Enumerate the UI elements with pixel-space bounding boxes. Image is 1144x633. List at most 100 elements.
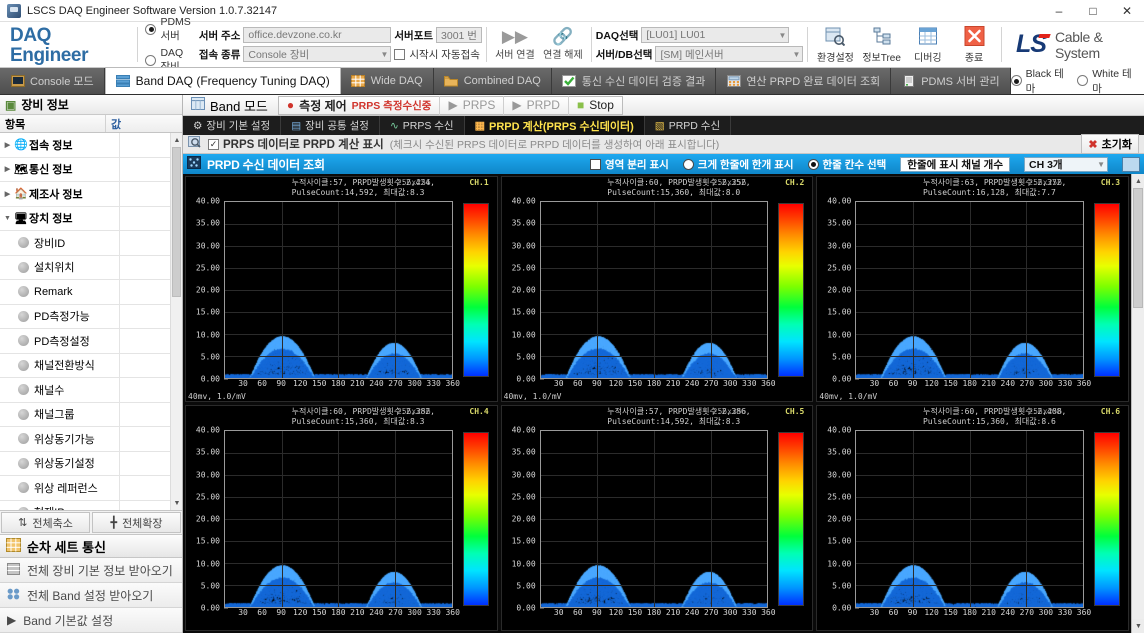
- tab-prpd-result[interactable]: 연산 PRPD 완료 데이터 조회: [716, 68, 892, 94]
- tree-item[interactable]: 채널그룹: [0, 402, 182, 427]
- radio-pdms-server[interactable]: PDMS 서버: [145, 16, 191, 43]
- db-select-dropdown[interactable]: [SM] 메인서버 ▼: [655, 46, 804, 62]
- scrollbar-thumb[interactable]: [1133, 188, 1143, 308]
- tab-combined-daq[interactable]: Combined DAQ: [433, 68, 552, 94]
- prpd-calc-checkbox-label: PRPS 데이터로 PRPD 계산 표시: [223, 139, 384, 151]
- tree-group-device[interactable]: ▼ 🖥 장치 정보: [0, 206, 182, 231]
- tab-console-mode[interactable]: Console 모드: [0, 68, 105, 94]
- tab-comm-verify[interactable]: 통신 수신 데이터 검증 결과: [551, 68, 717, 94]
- tree-label: 접속 정보: [29, 139, 73, 152]
- area-split-checkbox[interactable]: 영역 분리 표시: [590, 157, 669, 172]
- sub-tab-bar: ⚙ 장비 기본 설정 ▤ 장비 공통 설정 ∿ PRPS 수신 ▦ PRPD 계…: [183, 116, 1144, 135]
- server-address-input[interactable]: office.devzone.co.kr: [243, 27, 392, 43]
- y-tick-label: 15.00: [511, 536, 536, 546]
- tree-group-manufacturer[interactable]: ▶ 🏠 제조사 정보: [0, 182, 182, 207]
- tree-item[interactable]: 채널수: [0, 378, 182, 403]
- subtab-device-common-settings[interactable]: ▤ 장비 공통 설정: [281, 116, 380, 135]
- radio-column-count[interactable]: 한줄 칸수 선택: [807, 157, 886, 172]
- radio-one-big[interactable]: 크게 한줄에 한개 표시: [682, 157, 794, 172]
- tree-group-comm[interactable]: ▶ 🗺 통신 정보: [0, 157, 182, 182]
- tab-band-daq[interactable]: Band DAQ (Frequency Tuning DAQ): [104, 67, 341, 94]
- server-port-input[interactable]: 3001 번: [436, 27, 483, 43]
- prpd-panel-ch1[interactable]: 누적사이클:57, PRPD발생횟수:2,424, PulseCount:14,…: [185, 176, 498, 402]
- tree-group-connection[interactable]: ▶ 🌐 접속 정보: [0, 133, 182, 158]
- fetch-all-band-settings-button[interactable]: 전체 Band 설정 받아오기: [0, 583, 182, 608]
- prpd-panel-ch4[interactable]: 누적사이클:60, PRPD발생횟수:2,382, PulseCount:15,…: [185, 405, 498, 631]
- autoconnect-checkbox[interactable]: 시작시 자동접속: [394, 47, 480, 62]
- settings-button[interactable]: 환경설정: [812, 24, 858, 65]
- y-tick-label: 40.00: [827, 425, 852, 435]
- expand-panel-button[interactable]: [1122, 156, 1140, 172]
- daq-select-dropdown[interactable]: [LU01] LU01 ▼: [641, 27, 790, 43]
- expand-all-button[interactable]: ╋ 전체확장: [92, 512, 181, 533]
- app-icon: [7, 3, 21, 18]
- prpd-button[interactable]: ▶ PRPD: [504, 96, 568, 115]
- device-icon: 🖥: [14, 212, 28, 225]
- prps-button[interactable]: ▶ PRPS: [440, 96, 503, 115]
- tree-item[interactable]: 위상동기가능: [0, 427, 182, 452]
- scroll-up-arrow-icon[interactable]: ▲: [1132, 174, 1144, 188]
- prpd-panel-ch3[interactable]: 누적사이클:63, PRPD발생횟수:2,372, PulseCount:16,…: [816, 176, 1130, 402]
- tree-item[interactable]: Remark: [0, 280, 182, 305]
- x-tick-label: 90: [276, 608, 286, 617]
- tree-item[interactable]: 현재IP: [0, 500, 182, 510]
- tree-item[interactable]: 설치위치: [0, 255, 182, 280]
- tree-item[interactable]: PD측정설정: [0, 329, 182, 354]
- disconnect-button[interactable]: 🔗 연결 해제: [539, 24, 587, 65]
- collapse-all-button[interactable]: ⇅ 전체축소: [1, 512, 90, 533]
- grid-line: [540, 224, 768, 225]
- tree-item[interactable]: PD측정가능: [0, 304, 182, 329]
- tree-label: 채널전환방식: [34, 360, 95, 373]
- unit-label: 40mv, 1.0/mV: [819, 392, 878, 401]
- grid-line: [540, 268, 768, 269]
- prpd-panel-ch2[interactable]: 누적사이클:60, PRPD발생횟수:2,352, PulseCount:15,…: [500, 176, 814, 402]
- channels-per-row-select[interactable]: CH 3개 ▼: [1024, 156, 1108, 172]
- subtab-prps-receive[interactable]: ∿ PRPS 수신: [380, 116, 465, 135]
- grid-line: [540, 312, 768, 313]
- device-info-tree[interactable]: ▶ 🌐 접속 정보 ▶ 🗺 통신 정보 ▶ 🏠 제조사 정보 ▼ 🖥 장치 정보…: [0, 133, 182, 510]
- reset-button[interactable]: ✖ 초기화: [1081, 134, 1139, 154]
- tree-item[interactable]: 장비ID: [0, 231, 182, 256]
- scroll-down-arrow-icon[interactable]: ▼: [1132, 619, 1144, 633]
- exit-button[interactable]: 종료: [951, 24, 997, 65]
- x-tick-label: 120: [924, 379, 939, 388]
- prpd-calc-checkbox[interactable]: ✓ PRPS 데이터로 PRPD 계산 표시: [208, 136, 384, 152]
- prpd-panel-ch6[interactable]: 누적사이클:60, PRPD발생횟수:2,408, PulseCount:15,…: [816, 405, 1130, 631]
- server-connect-button[interactable]: ▶▶ 서버 연결: [491, 24, 539, 65]
- tab-pdms-server[interactable]: PDMS 서버 관리: [891, 68, 1011, 94]
- minimize-button[interactable]: –: [1042, 0, 1076, 22]
- grid-line: [856, 334, 1084, 335]
- scroll-down-arrow-icon[interactable]: ▼: [171, 496, 182, 510]
- measurement-control-button[interactable]: ● 측정 제어 PRPS 측정수신중: [279, 96, 440, 115]
- y-tick-label: 0.00: [832, 374, 852, 384]
- fetch-all-device-info-button[interactable]: 전체 장비 기본 정보 받아오기: [0, 558, 182, 583]
- panel-header: 누적사이클:60, PRPD발생횟수:2,352, PulseCount:15,…: [502, 177, 813, 201]
- server-type-radios: PDMS 서버 DAQ 장비: [141, 16, 198, 74]
- grid-line: [225, 246, 452, 247]
- tree-item-expandable[interactable]: 위상 레퍼런스: [0, 476, 182, 501]
- plot-scrollbar[interactable]: ▲ ▼: [1131, 174, 1144, 633]
- subtab-prpd-calc[interactable]: ▦ PRPD 계산(PRPS 수신데이터): [464, 116, 645, 135]
- close-button[interactable]: ✕: [1110, 0, 1144, 22]
- radio-black-theme[interactable]: Black 테마: [1010, 66, 1068, 96]
- connection-type-label: 접속 종류: [198, 48, 241, 61]
- stop-button[interactable]: ■ Stop: [569, 96, 622, 115]
- tab-wide-daq[interactable]: Wide DAQ: [340, 68, 434, 94]
- subtab-prpd-receive[interactable]: ▧ PRPD 수신: [645, 116, 732, 135]
- scroll-up-arrow-icon[interactable]: ▲: [171, 133, 182, 147]
- monitor-icon: [10, 74, 25, 88]
- connection-type-select[interactable]: Console 장비 ▼: [243, 46, 392, 62]
- band-default-settings-button[interactable]: ▶ Band 기본값 설정: [0, 608, 182, 633]
- y-tick-label: 25.00: [827, 263, 852, 273]
- panel-channel: CH.5: [785, 407, 805, 416]
- sidebar-scrollbar[interactable]: ▲ ▼: [170, 133, 182, 510]
- debug-button[interactable]: 디버깅: [905, 24, 951, 65]
- tree-item[interactable]: 위상동기설정: [0, 451, 182, 476]
- maximize-button[interactable]: □: [1076, 0, 1110, 22]
- scrollbar-thumb[interactable]: [172, 147, 181, 297]
- infotree-button[interactable]: 정보Tree: [859, 24, 905, 65]
- prpd-panel-ch5[interactable]: 누적사이클:57, PRPD발생횟수:2,386, PulseCount:14,…: [500, 405, 814, 631]
- tree-item[interactable]: 채널전환방식: [0, 353, 182, 378]
- subtab-device-basic-settings[interactable]: ⚙ 장비 기본 설정: [183, 116, 282, 135]
- radio-white-theme[interactable]: White 테마: [1077, 66, 1135, 96]
